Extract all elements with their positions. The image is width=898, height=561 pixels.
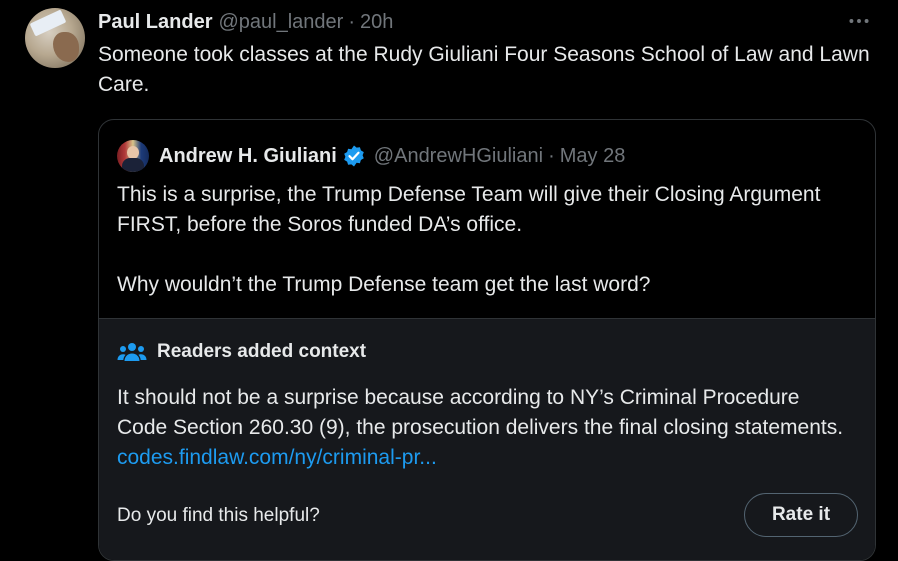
context-title: Readers added context: [157, 341, 367, 362]
helpful-prompt: Do you find this helpful?: [117, 505, 320, 526]
quoted-tweet-header: Andrew H. Giuliani @AndrewHGiuliani · Ma…: [117, 140, 625, 172]
quoted-paragraph-2: Why wouldn’t the Trump Defense team get …: [117, 273, 651, 296]
quoted-tweet-date[interactable]: May 28: [560, 145, 626, 168]
user-handle[interactable]: @paul_lander: [218, 11, 343, 34]
avatar-suit: [122, 158, 144, 172]
verified-badge-icon: [342, 144, 366, 168]
people-icon: [117, 343, 147, 361]
context-header: Readers added context: [117, 339, 366, 365]
verified-svg: [343, 145, 364, 167]
quoted-tweet-text: This is a surprise, the Trump Defense Te…: [117, 180, 857, 300]
quoted-separator-dot: ·: [548, 144, 555, 167]
rate-it-button[interactable]: Rate it: [744, 493, 858, 537]
display-name[interactable]: Paul Lander: [98, 11, 212, 34]
more-dots-svg: [849, 19, 869, 23]
quoted-user-avatar[interactable]: [117, 140, 149, 172]
user-avatar[interactable]: [25, 8, 85, 68]
context-link[interactable]: codes.findlaw.com/ny/criminal-pr...: [117, 446, 437, 469]
tweet-header: Paul Lander @paul_lander · 20h: [98, 8, 393, 36]
context-body: It should not be a surprise because acco…: [117, 386, 844, 439]
avatar-hand: [53, 32, 79, 62]
context-text: It should not be a surprise because acco…: [117, 383, 847, 473]
separator-dot: ·: [348, 10, 355, 33]
quoted-user-handle[interactable]: @AndrewHGiuliani: [374, 145, 543, 168]
tweet-text: Someone took classes at the Rudy Giulian…: [98, 43, 870, 96]
quoted-tweet-card[interactable]: Andrew H. Giuliani @AndrewHGiuliani · Ma…: [98, 119, 876, 561]
quoted-display-name[interactable]: Andrew H. Giuliani: [159, 145, 337, 168]
community-notes-context: Readers added context It should not be a…: [99, 318, 875, 560]
tweet-time[interactable]: 20h: [360, 11, 393, 34]
more-horizontal-icon[interactable]: [844, 8, 874, 38]
quoted-paragraph-1: This is a surprise, the Trump Defense Te…: [117, 183, 821, 236]
